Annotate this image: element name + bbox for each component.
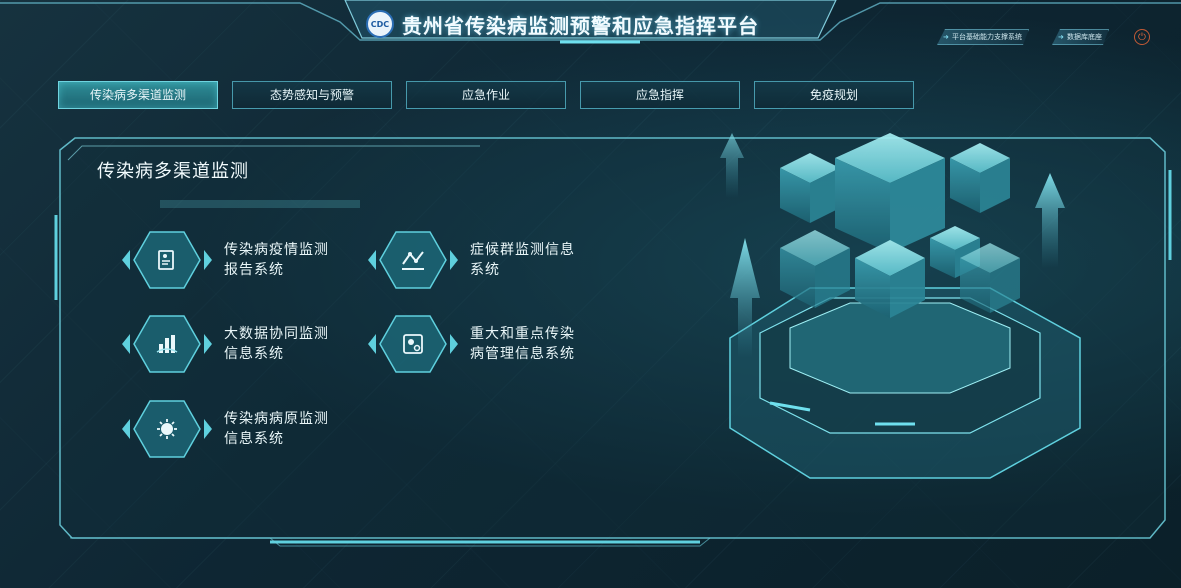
system-big-data-monitoring[interactable]: 大数据协同监测信息系统 <box>120 312 350 376</box>
tab-multichannel-monitoring[interactable]: 传染病多渠道监测 <box>58 81 218 109</box>
report-document-icon <box>153 246 181 274</box>
system-label: 症候群监测信息系统 <box>470 242 575 278</box>
system-label: 传染病病原监测信息系统 <box>224 411 329 447</box>
system-label: 传染病疫情监测报告系统 <box>224 242 329 278</box>
system-syndromic-monitoring[interactable]: 症候群监测信息系统 <box>366 228 596 292</box>
panel-title: 传染病多渠道监测 <box>97 161 249 182</box>
system-epidemic-report[interactable]: 传染病疫情监测报告系统 <box>120 228 350 292</box>
platform-support-link[interactable]: ➜ 平台基础能力支撑系统 <box>937 29 1029 45</box>
virus-icon <box>153 415 181 443</box>
database-link[interactable]: ➜ 数据库底座 <box>1052 29 1109 45</box>
system-label: 重大和重点传染病管理信息系统 <box>470 326 575 362</box>
system-major-disease-management[interactable]: 重大和重点传染病管理信息系统 <box>366 312 596 376</box>
arrow-right-icon: ➜ <box>1058 33 1064 41</box>
line-graph-icon <box>399 246 427 274</box>
cdc-logo: CDC <box>366 10 394 38</box>
tab-situation-awareness[interactable]: 态势感知与预警 <box>232 81 392 109</box>
power-icon[interactable]: ⏻ <box>1134 29 1150 45</box>
arrow-right-icon: ➜ <box>943 33 949 41</box>
system-label: 大数据协同监测信息系统 <box>224 326 329 362</box>
virus-gear-icon <box>399 330 427 358</box>
data-cubes-illustration <box>720 133 1081 479</box>
tab-emergency-operations[interactable]: 应急作业 <box>406 81 566 109</box>
app-title: 贵州省传染病监测预警和应急指挥平台 <box>402 14 759 38</box>
bar-chart-icon <box>153 330 181 358</box>
system-pathogen-monitoring[interactable]: 传染病病原监测信息系统 <box>120 397 350 461</box>
